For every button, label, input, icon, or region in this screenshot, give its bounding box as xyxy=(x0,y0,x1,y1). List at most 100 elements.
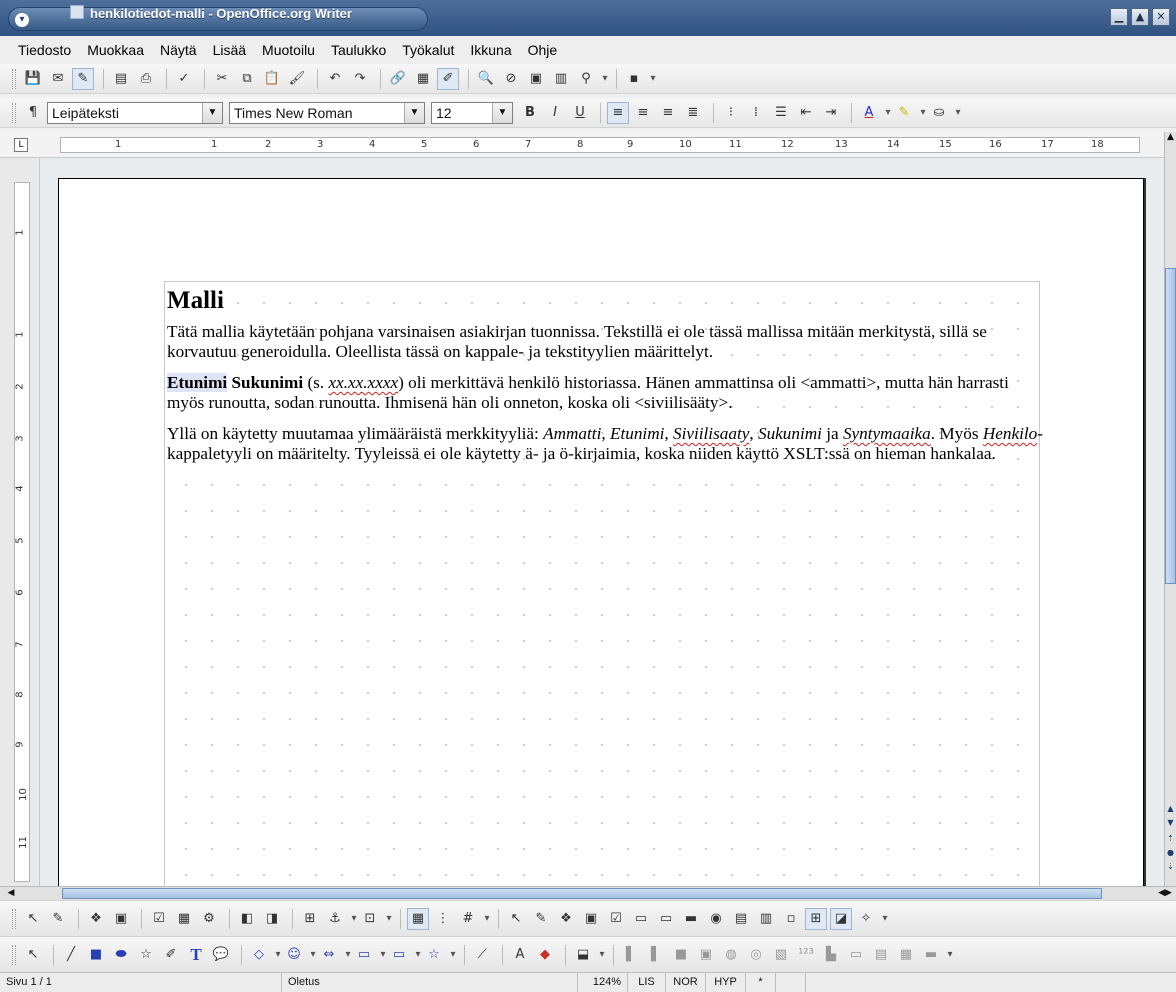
formatted-field-icon[interactable]: ▭ xyxy=(655,908,677,930)
insert-mode-indicator[interactable]: LIS xyxy=(628,973,666,992)
option-button-icon[interactable]: ◉ xyxy=(705,908,727,930)
push-button-icon[interactable]: ▬ xyxy=(680,908,702,930)
menu-tiedosto[interactable]: Tiedosto xyxy=(18,42,71,58)
copy-icon[interactable]: ⧉ xyxy=(236,68,258,90)
toolbar-overflow-icon[interactable]: ▾ xyxy=(648,69,658,89)
horizontal-ruler[interactable]: L 1 1 2 3 4 5 6 7 8 9 10 11 12 13 14 15 16 17 18 xyxy=(0,132,1176,158)
toolbar-grip[interactable] xyxy=(12,908,16,929)
text-box-icon[interactable]: ▭ xyxy=(630,908,652,930)
chevron-down-icon[interactable]: ▼ xyxy=(404,102,424,123)
zoom-icon[interactable]: ⚲ xyxy=(575,68,597,90)
underline-icon[interactable]: U xyxy=(569,102,591,124)
toolbar-overflow-icon[interactable]: ▾ xyxy=(482,909,492,929)
paragraph-2[interactable]: Etunimi Sukunimi (s. xx.xx.xxxx) oli mer… xyxy=(167,373,1045,413)
block-arrows-icon[interactable]: ⇔ xyxy=(318,944,340,966)
decrease-indent-icon[interactable]: ⇤ xyxy=(795,102,817,124)
outline-icon[interactable]: ☰ xyxy=(770,102,792,124)
design-mode-icon[interactable]: ✎ xyxy=(47,908,69,930)
bold-icon[interactable]: B xyxy=(519,102,541,124)
symbol-shapes-icon[interactable]: ☺ xyxy=(283,944,305,966)
polygon-icon[interactable]: ☆ xyxy=(135,944,157,966)
numbering-icon[interactable]: ⁝ xyxy=(720,102,742,124)
chevron-down-icon[interactable]: ▾ xyxy=(413,945,423,965)
vertical-scrollbar[interactable]: ▲ ▲ ▼ ⇡ ● ⇣ xyxy=(1164,132,1176,886)
toolbar-grip[interactable] xyxy=(12,68,16,89)
page-indicator[interactable]: Sivu 1 / 1 xyxy=(0,973,282,992)
toolbar-grip[interactable] xyxy=(12,102,16,123)
align-left-icon[interactable]: ≡ xyxy=(607,101,629,124)
bullets-icon[interactable]: ⁞ xyxy=(745,102,767,124)
navigation-icon[interactable]: ● xyxy=(1165,848,1176,860)
selection-mode-indicator[interactable]: NOR xyxy=(666,973,706,992)
chevron-down-icon[interactable]: ▾ xyxy=(349,909,359,929)
tab-type-selector[interactable]: L xyxy=(14,138,28,152)
chevron-down-icon[interactable]: ▼ xyxy=(202,102,222,123)
wizards-icon[interactable]: ✧ xyxy=(855,908,877,930)
gallery-icon[interactable]: ▣ xyxy=(525,68,547,90)
chevron-down-icon[interactable]: ▾ xyxy=(343,945,353,965)
text-area[interactable]: Malli Tätä mallia käytetään pohjana vars… xyxy=(164,281,1043,886)
anchor-icon[interactable]: ⚓ xyxy=(324,908,346,930)
close-button[interactable]: ✕ xyxy=(1152,8,1170,26)
flowcharts-icon[interactable]: ▭ xyxy=(353,944,375,966)
basic-shapes-icon[interactable]: ◇ xyxy=(248,944,270,966)
chevron-down-icon[interactable]: ▾ xyxy=(883,103,893,123)
italic-icon[interactable]: I xyxy=(544,102,566,124)
birthdate-field[interactable]: xx.xx.xxxx xyxy=(328,373,398,392)
ruler-track[interactable]: 1 1 2 3 4 5 6 7 8 9 10 11 12 13 14 15 16 17 18 xyxy=(60,137,1140,153)
chevron-down-icon[interactable]: ▼ xyxy=(492,102,512,123)
select-icon[interactable]: ↖ xyxy=(22,944,44,966)
menu-ikkuna[interactable]: Ikkuna xyxy=(470,42,511,58)
document-page[interactable]: Malli Tätä mallia käytetään pohjana vars… xyxy=(58,178,1144,886)
scroll-up-icon[interactable]: ▲ xyxy=(1165,132,1176,146)
menu-nayta[interactable]: Näytä xyxy=(160,42,197,58)
align-center-icon[interactable]: ≡ xyxy=(632,102,654,124)
align-right-icon[interactable]: ≡ xyxy=(657,102,679,124)
rectangle-icon[interactable]: ■ xyxy=(85,944,107,966)
show-draw-functions-icon[interactable]: ✐ xyxy=(437,67,459,90)
justify-icon[interactable]: ≣ xyxy=(682,102,704,124)
form-navigator-icon[interactable]: ❖ xyxy=(85,908,107,930)
paste-icon[interactable]: 📋 xyxy=(261,68,283,90)
etunimi-field[interactable]: Etunimi xyxy=(167,373,228,392)
checkbox-icon[interactable]: ☑ xyxy=(605,908,627,930)
chevron-down-icon[interactable]: ▾ xyxy=(378,945,388,965)
activation-order-icon[interactable]: ⚙ xyxy=(198,908,220,930)
horizontal-scroll-thumb[interactable] xyxy=(62,888,1102,899)
menu-taulukko[interactable]: Taulukko xyxy=(331,42,386,58)
chevron-down-icon[interactable]: ▾ xyxy=(273,945,283,965)
highlighting-icon[interactable]: ✎ xyxy=(893,102,915,124)
data-sources-icon[interactable]: ▥ xyxy=(550,68,572,90)
minimize-button[interactable]: ▁ xyxy=(1110,8,1128,26)
edit-mode-icon[interactable]: ✎ xyxy=(72,67,94,90)
vertical-scroll-thumb[interactable] xyxy=(1165,268,1176,584)
email-icon[interactable]: ✉ xyxy=(47,68,69,90)
styles-formatting-icon[interactable]: ¶ xyxy=(22,102,44,124)
ellipse-icon[interactable]: ⬬ xyxy=(110,944,132,966)
page-style-indicator[interactable]: Oletus xyxy=(282,973,578,992)
font-size-select[interactable]: 12 ▼ xyxy=(431,101,513,124)
zoom-indicator[interactable]: 124% xyxy=(578,973,628,992)
chevron-down-icon[interactable]: ▾ xyxy=(384,909,394,929)
form-icon[interactable]: ▣ xyxy=(580,908,602,930)
more-controls-icon[interactable]: ⊞ xyxy=(805,907,827,930)
fontwork-gallery-icon[interactable]: A xyxy=(509,944,531,966)
toolbar-overflow-icon[interactable]: ▾ xyxy=(945,945,955,965)
display-grid-icon[interactable]: ▦ xyxy=(407,907,429,930)
snap-to-grid-icon[interactable]: ⋮ xyxy=(432,908,454,930)
paragraph-3[interactable]: Yllä on käytetty muutamaa ylimääräistä m… xyxy=(167,424,1045,464)
callouts-icon[interactable]: 💬 xyxy=(210,944,232,966)
toolbar-overflow-icon[interactable]: ▾ xyxy=(597,945,607,965)
tab-order-icon[interactable]: ☑ xyxy=(148,908,170,930)
menu-muotoilu[interactable]: Muotoilu xyxy=(262,42,315,58)
menu-tyokalut[interactable]: Työkalut xyxy=(402,42,454,58)
label-field-icon[interactable]: ▫ xyxy=(780,908,802,930)
toolbar-overflow-icon[interactable]: ▾ xyxy=(600,69,610,89)
alignment-icon[interactable]: ⊡ xyxy=(359,908,381,930)
paragraph-1[interactable]: Tätä mallia käytetään pohjana varsinaise… xyxy=(167,322,1045,362)
list-box-icon[interactable]: ▤ xyxy=(730,908,752,930)
callout-shapes-icon[interactable]: ▭ xyxy=(388,944,410,966)
next-page-icon[interactable]: ⇣ xyxy=(1165,862,1176,874)
select-icon[interactable]: ↖ xyxy=(22,908,44,930)
maximize-button[interactable]: ▲ xyxy=(1131,8,1149,26)
